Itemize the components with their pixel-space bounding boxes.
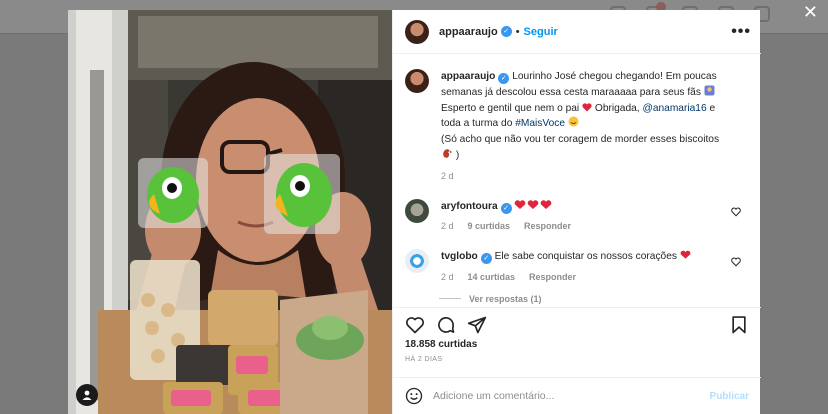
caption-text-5: (Só acho que não vou ter coragem de mord… (441, 134, 720, 146)
heart-icon[interactable] (405, 315, 425, 335)
add-comment-bar: Publicar (393, 377, 761, 414)
bookmark-icon[interactable] (729, 315, 749, 335)
comment-likes[interactable]: 9 curtidas (468, 219, 511, 235)
comment-aryfontoura: aryfontoura ✓ 2 d 9 curtidas Responder (405, 198, 749, 236)
close-icon[interactable]: ✕ (803, 4, 818, 22)
caption-mention[interactable]: @anamaria16 (642, 103, 706, 114)
comment-input[interactable] (433, 390, 710, 402)
likes-count[interactable]: 18.858 curtidas (405, 339, 477, 350)
share-icon[interactable] (467, 315, 487, 335)
red-heart-emoji-icon (582, 102, 592, 112)
view-replies-label: Ver respostas (1) (469, 293, 542, 304)
woman-technologist-emoji-icon (704, 85, 715, 96)
post-comment-button[interactable]: Publicar (710, 391, 749, 402)
parrot-emoji-icon (443, 149, 452, 158)
comments-list[interactable]: appaaraujo ✓ Lourinho José chegou chegand… (393, 54, 761, 307)
verified-icon: ✓ (500, 26, 512, 37)
more-icon[interactable]: ••• (731, 23, 751, 39)
comment-meta: 2 d 14 curtidas Responder (441, 270, 733, 286)
comment-text: Ele sabe conquistar os nossos corações (494, 251, 677, 263)
caption: appaaraujo ✓ Lourinho José chegou chegand… (405, 69, 749, 185)
comment-time[interactable]: 2 d (441, 219, 454, 235)
comment-username[interactable]: tvglobo (441, 251, 478, 262)
caption-text-3: Obrigada, (594, 102, 640, 114)
view-replies-button[interactable]: Ver respostas (1) (439, 294, 749, 304)
photo-scene (68, 10, 392, 414)
red-heart-emoji-icon (680, 250, 691, 259)
comment-icon[interactable] (436, 315, 456, 335)
comment-username[interactable]: aryfontoura (441, 201, 498, 212)
caption-text-2: Esperto e gentil que nem o pai (441, 102, 580, 114)
comment-like-heart-icon[interactable] (731, 257, 741, 267)
comment-avatar[interactable] (405, 198, 429, 223)
user-tag-icon[interactable] (76, 384, 98, 406)
verified-icon: ✓ (480, 253, 492, 265)
header-separator: • (515, 25, 520, 38)
post-photo[interactable] (68, 10, 392, 414)
caption-text-6: ) (455, 149, 460, 161)
author-avatar[interactable] (405, 19, 429, 44)
post-header: appaaraujo ✓ • Seguir ••• (393, 10, 761, 54)
caption-time[interactable]: 2 d (441, 169, 454, 185)
follow-button[interactable]: Seguir (524, 26, 558, 38)
caption-meta: 2 d (441, 169, 733, 185)
user-tag-glyph (82, 390, 92, 400)
verified-icon: ✓ (500, 202, 512, 214)
comment-avatar[interactable] (405, 249, 429, 274)
caption-avatar[interactable] (405, 69, 429, 93)
hugging-face-emoji-icon (568, 116, 579, 127)
comment-likes[interactable]: 14 curtidas (468, 270, 516, 286)
comment-like-heart-icon[interactable] (731, 207, 741, 217)
comment-tvglobo: tvglobo ✓ Ele sabe conquistar os nossos c… (405, 249, 749, 286)
caption-username[interactable]: appaaraujo (441, 71, 495, 82)
post-actions (393, 307, 761, 341)
reply-button[interactable]: Responder (524, 219, 571, 235)
comment-body: aryfontoura ✓ 2 d 9 curtidas Responder (441, 199, 733, 236)
post-side-panel: appaaraujo ✓ • Seguir ••• appaaraujo ✓ Lo… (392, 10, 761, 414)
reply-button[interactable]: Responder (529, 270, 576, 286)
caption-hashtag[interactable]: #MaisVoce (515, 118, 565, 129)
comment-body: tvglobo ✓ Ele sabe conquistar os nossos c… (441, 249, 733, 286)
post-modal: appaaraujo ✓ • Seguir ••• appaaraujo ✓ Lo… (68, 10, 761, 414)
three-hearts-emoji-icon (515, 199, 552, 209)
comment-meta: 2 d 9 curtidas Responder (441, 219, 733, 235)
post-date[interactable]: HÁ 2 DIAS (405, 356, 442, 363)
caption-body: appaaraujo ✓ Lourinho José chegou chegand… (441, 69, 733, 185)
replies-divider (439, 298, 461, 300)
verified-icon: ✓ (498, 73, 510, 84)
author-username[interactable]: appaaraujo (439, 26, 498, 38)
comment-time[interactable]: 2 d (441, 270, 454, 286)
emoji-icon[interactable] (405, 387, 423, 405)
